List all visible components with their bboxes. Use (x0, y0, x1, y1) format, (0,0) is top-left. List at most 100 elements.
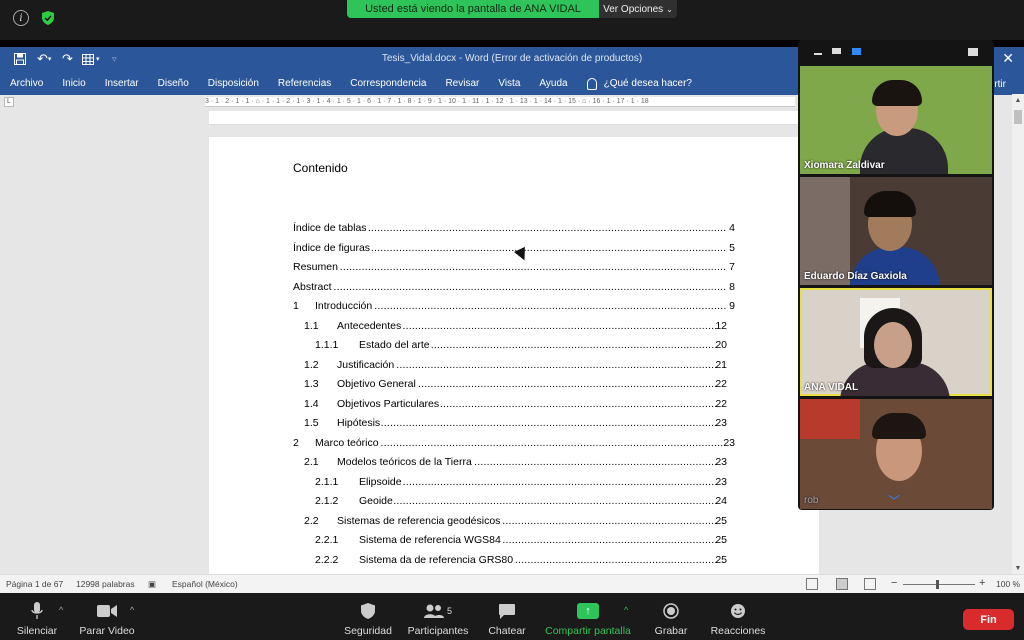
toc-entry-number: 1.3 (304, 378, 319, 390)
gallery-view-icon[interactable] (852, 48, 861, 55)
share-screen-label: Compartir pantalla (545, 625, 631, 637)
read-mode-icon[interactable] (806, 578, 818, 590)
tab-vista[interactable]: Vista (498, 78, 520, 89)
participant-hair (872, 80, 922, 106)
tab-archivo[interactable]: Archivo (10, 78, 43, 89)
shield-icon[interactable] (40, 10, 56, 26)
zoom-out-button[interactable]: − (891, 577, 897, 589)
minimize-icon[interactable] (814, 53, 822, 55)
toc-entry-number: 2 (293, 436, 299, 449)
mute-label: Silenciar (16, 625, 58, 637)
zoom-in-button[interactable]: + (979, 577, 985, 589)
stop-video-label: Parar Video (79, 625, 135, 637)
end-meeting-button[interactable]: Fin (963, 609, 1014, 630)
proofing-icon[interactable]: ▣ (148, 579, 156, 590)
toc-entry[interactable]: 1.......................................… (293, 300, 735, 314)
view-options-button[interactable]: Ver Opciones ⌄ (599, 0, 677, 18)
zoom-slider-thumb[interactable] (936, 580, 939, 589)
tab-revisar[interactable]: Revisar (445, 78, 479, 89)
chevron-down-icon[interactable]: ﹀ (888, 492, 900, 509)
toc-entry[interactable]: 1.3.....................................… (304, 378, 735, 392)
toc-entry[interactable]: 2.2.2...................................… (315, 553, 735, 568)
toc-leader-dots: ........................................… (359, 495, 718, 507)
share-ribbon-label[interactable]: rtir (994, 79, 1006, 90)
toc-entry-page: 23 (715, 417, 727, 429)
scroll-down-icon[interactable]: ▼ (1013, 564, 1023, 574)
toc-entry[interactable]: 2.2.1...................................… (315, 534, 735, 548)
print-layout-icon[interactable] (836, 578, 848, 590)
video-tile[interactable]: Xiomara Zaldivar (800, 66, 992, 174)
toc-entry-title: Resumen (293, 261, 339, 273)
participants-button[interactable]: 5 Participantes (398, 601, 478, 637)
toc-entry[interactable]: 1.2.....................................… (304, 358, 735, 373)
share-banner: Usted está viendo la pantalla de ANA VID… (347, 0, 599, 18)
toc-entry[interactable]: 1.4.....................................… (304, 397, 735, 412)
toc-entry[interactable]: ........................................… (293, 280, 735, 295)
word-count[interactable]: 12998 palabras (76, 579, 135, 589)
toc-entry[interactable]: 2.2.....................................… (304, 514, 735, 529)
video-gallery: Xiomara Zaldivar Eduardo Díaz Gaxiola AN… (798, 40, 994, 510)
toc-entry-title: Elipsoide (359, 475, 403, 488)
chat-label: Chatear (488, 625, 526, 637)
toc-entry[interactable]: 2.1.1...................................… (315, 475, 735, 490)
tab-correspondencia[interactable]: Correspondencia (350, 78, 426, 89)
toc-entry-number: 2.2.2 (315, 553, 339, 566)
toc-entry-number: 1.5 (304, 417, 319, 429)
security-button[interactable]: Seguridad (328, 601, 408, 637)
toc-entry-page: 21 (715, 358, 727, 371)
video-tile[interactable]: Eduardo Díaz Gaxiola (800, 177, 992, 285)
scroll-up-icon[interactable]: ▲ (1013, 96, 1023, 106)
toc-entry-page: 23 (715, 475, 727, 488)
tab-diseno[interactable]: Diseño (158, 78, 189, 89)
toc-entry[interactable]: 2.1.2...................................… (315, 495, 735, 509)
mute-button[interactable]: Silenciar (0, 601, 77, 637)
tell-me-box[interactable]: ¿Qué desea hacer? (586, 77, 692, 90)
toc-entry[interactable]: 1.1.....................................… (304, 319, 735, 334)
tab-disposicion[interactable]: Disposición (208, 78, 259, 89)
document-page[interactable] (209, 137, 819, 577)
participants-label: Participantes (407, 625, 469, 637)
info-icon[interactable]: i (13, 10, 29, 26)
stop-video-button[interactable]: Parar Video (67, 601, 147, 637)
exit-fullscreen-icon[interactable] (968, 48, 978, 56)
horizontal-ruler[interactable]: 3 · 1 · 2 · 1 · 1 · ⌂ · 1 · 1 · 2 · 1 · … (205, 97, 795, 107)
tab-referencias[interactable]: Referencias (278, 78, 331, 89)
camera-icon (97, 601, 117, 621)
zoom-level[interactable]: 100 % (996, 579, 1020, 589)
close-icon[interactable]: ✕ (1002, 50, 1014, 67)
page-count[interactable]: Página 1 de 67 (6, 579, 63, 589)
zoom-top-bar: i Usted está viendo la pantalla de ANA V… (0, 0, 1024, 40)
caret-up-icon[interactable]: ^ (59, 605, 63, 615)
language-indicator[interactable]: Español (México) (172, 579, 238, 589)
video-tile-active[interactable]: ANA VIDAL (800, 288, 992, 396)
zoom-toolbar: Silenciar ^ Parar Video ^ Seguridad 5 Pa… (0, 593, 1024, 640)
toc-entry-page: 22 (715, 378, 727, 390)
tab-ayuda[interactable]: Ayuda (539, 78, 567, 89)
web-layout-icon[interactable] (864, 578, 876, 590)
toc-entry-page: 22 (715, 397, 727, 410)
participant-count: 5 (446, 606, 452, 616)
record-label: Grabar (654, 625, 688, 637)
reactions-button[interactable]: Reacciones (698, 601, 778, 637)
tab-selector[interactable]: L (4, 97, 14, 107)
zoom-slider[interactable] (903, 584, 975, 585)
toc-entry[interactable]: 1.5.....................................… (304, 417, 735, 431)
toc-entry[interactable]: 1.1.1...................................… (315, 339, 735, 353)
toc-entry[interactable]: 2.1.....................................… (304, 456, 735, 470)
chat-button[interactable]: Chatear (467, 601, 547, 637)
caret-up-icon[interactable]: ^ (624, 605, 628, 615)
share-screen-button[interactable]: ↑ Compartir pantalla (545, 601, 631, 637)
toc-entry-title: Objetivos Particulares (337, 397, 441, 410)
toc-entry[interactable]: ........................................… (293, 222, 735, 236)
thumbnail-view-icon[interactable] (832, 48, 841, 54)
toc-entry[interactable]: ........................................… (293, 261, 735, 275)
toc-leader-dots: ........................................… (293, 261, 726, 273)
tab-inicio[interactable]: Inicio (62, 78, 85, 89)
caret-up-icon[interactable]: ^ (130, 605, 134, 615)
tab-insertar[interactable]: Insertar (105, 78, 139, 89)
toc-entry[interactable]: 2.......................................… (293, 436, 735, 451)
toc-entry-number: 1.1 (304, 319, 319, 332)
participant-name: ANA VIDAL (804, 382, 859, 393)
scroll-thumb[interactable] (1014, 110, 1022, 124)
vertical-scrollbar[interactable]: ▲ ▼ (1012, 94, 1024, 576)
